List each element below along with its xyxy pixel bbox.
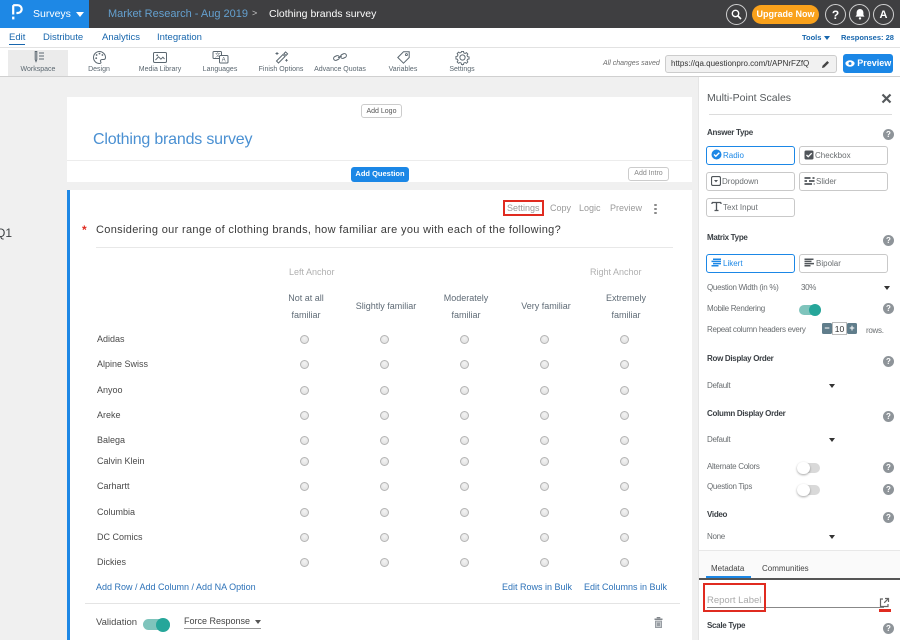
svg-text:A: A [221,57,225,63]
